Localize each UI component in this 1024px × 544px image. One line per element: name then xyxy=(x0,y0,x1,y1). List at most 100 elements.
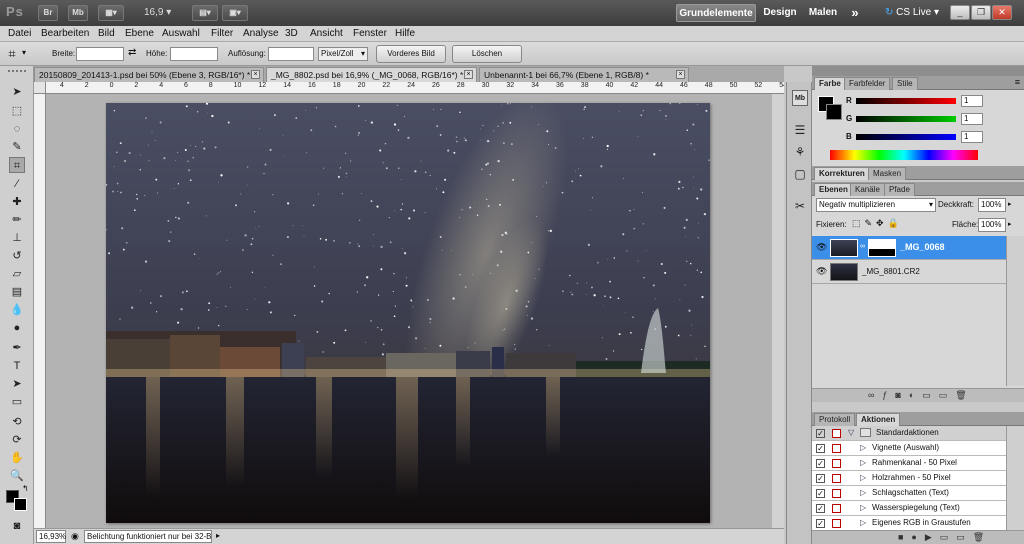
menu-bild[interactable]: Bild xyxy=(98,27,115,41)
opacity-slider-arrow-icon[interactable]: ▸ xyxy=(1008,200,1012,208)
menu-bearbeiten[interactable]: Bearbeiten xyxy=(41,27,89,41)
red-value[interactable]: 1 xyxy=(961,95,983,107)
background-color-box[interactable] xyxy=(826,104,842,120)
menu-ebene[interactable]: Ebene xyxy=(125,27,154,41)
layer-row[interactable]: 👁 _MG_8801.CR2 xyxy=(812,260,1006,284)
workspace-grundelemente[interactable]: Grundelemente xyxy=(676,4,756,22)
zoom-field[interactable]: 16,93% xyxy=(36,530,66,543)
menu-datei[interactable]: Datei xyxy=(8,27,31,41)
workspace-malen[interactable]: Malen xyxy=(806,4,840,22)
close-button[interactable]: ✕ xyxy=(992,5,1012,20)
bridge-button[interactable]: Br xyxy=(38,5,58,21)
background-color-swatch[interactable] xyxy=(14,498,27,511)
path-selection-tool-icon[interactable]: ➤ xyxy=(9,376,25,392)
red-slider[interactable] xyxy=(856,98,956,104)
checkbox-icon[interactable]: ✓ xyxy=(816,504,825,513)
action-row[interactable]: ✓ ▷ Eigenes RGB in Graustufen xyxy=(812,516,1006,531)
action-set-row[interactable]: ✓ ▽ Standardaktionen xyxy=(812,426,1006,441)
dialog-toggle-icon[interactable] xyxy=(832,474,841,483)
blue-value[interactable]: 1 xyxy=(961,131,983,143)
chain-link-icon[interactable]: ∞ xyxy=(860,243,865,250)
canvas-area[interactable] xyxy=(46,94,784,528)
eraser-tool-icon[interactable]: ▱ xyxy=(9,266,25,282)
character-icon[interactable]: ☰ xyxy=(792,122,808,138)
action-row[interactable]: ✓ ▷ Rahmenkanal - 50 Pixel xyxy=(812,456,1006,471)
document-image[interactable] xyxy=(106,103,710,523)
width-input[interactable] xyxy=(76,47,124,61)
quick-mask-icon[interactable]: ◙ xyxy=(9,518,25,534)
blend-mode-select[interactable]: Negativ multiplizieren ▾ xyxy=(816,198,936,212)
menu-3d[interactable]: 3D xyxy=(285,27,298,41)
3d-rotate-tool-icon[interactable]: ⟲ xyxy=(9,414,25,430)
menu-auswahl[interactable]: Auswahl xyxy=(162,27,200,41)
swap-colors-icon[interactable]: ↰ xyxy=(22,484,29,493)
marquee-tool-icon[interactable]: ⬚ xyxy=(9,103,25,119)
healing-brush-tool-icon[interactable]: ✚ xyxy=(9,194,25,210)
tab-korrekturen[interactable]: Korrekturen xyxy=(814,167,870,180)
layer-row-selected[interactable]: 👁 ∞ _MG_0068 xyxy=(812,236,1006,260)
checkbox-icon[interactable]: ✓ xyxy=(816,489,825,498)
cs-live-button[interactable]: ↻ CS Live ▾ xyxy=(884,4,940,22)
visibility-eye-icon[interactable]: 👁 xyxy=(816,266,827,277)
tab-document-2[interactable]: _MG_8802.psd bei 16,9% (_MG_0068, RGB/16… xyxy=(266,67,477,82)
mini-bridge-button[interactable]: Mb xyxy=(68,5,88,21)
color-spectrum-bar[interactable] xyxy=(830,150,978,160)
layer-mask-thumbnail[interactable] xyxy=(868,239,896,257)
tab-aktionen[interactable]: Aktionen xyxy=(856,413,901,426)
brush-tool-icon[interactable]: ✏ xyxy=(9,212,25,228)
tab-document-1[interactable]: 20150809_201413-1.psd bei 50% (Ebene 3, … xyxy=(34,67,264,82)
move-tool-icon[interactable]: ➤ xyxy=(9,84,25,100)
resolution-unit-select[interactable]: Pixel/Zoll ▾ xyxy=(318,47,368,61)
checkbox-icon[interactable]: ✓ xyxy=(816,519,825,528)
tab-close-icon[interactable]: × xyxy=(464,70,473,79)
menu-filter[interactable]: Filter xyxy=(211,27,233,41)
more-workspaces-button[interactable]: » xyxy=(846,4,864,22)
mini-bridge-icon[interactable]: Mb xyxy=(792,90,808,106)
dialog-toggle-icon[interactable] xyxy=(832,489,841,498)
gradient-tool-icon[interactable]: ▤ xyxy=(9,284,25,300)
crop-tool-preset-icon[interactable]: ⌗ xyxy=(4,46,20,62)
height-input[interactable] xyxy=(170,47,218,61)
expand-triangle-icon[interactable]: ▷ xyxy=(860,471,866,485)
visibility-eye-icon[interactable]: 👁 xyxy=(816,242,827,253)
dialog-toggle-icon[interactable] xyxy=(832,459,841,468)
front-image-button[interactable]: Vorderes Bild xyxy=(376,45,446,63)
zoom-tool-icon[interactable]: 🔍 xyxy=(9,468,25,484)
status-menu-arrow-icon[interactable]: ▸ xyxy=(216,531,220,540)
blue-slider[interactable] xyxy=(856,134,956,140)
lock-icons[interactable]: ⬚✎✥🔒 xyxy=(852,218,903,229)
action-footer-icons[interactable]: ■●▶▭▭🗑 xyxy=(898,532,992,543)
green-slider[interactable] xyxy=(856,116,956,122)
green-value[interactable]: 1 xyxy=(961,113,983,125)
tab-stile[interactable]: Stile xyxy=(892,77,918,90)
expand-triangle-icon[interactable]: ▽ xyxy=(848,426,854,440)
fill-slider-arrow-icon[interactable]: ▸ xyxy=(1008,220,1012,228)
workspace-design[interactable]: Design xyxy=(760,4,800,22)
menu-analyse[interactable]: Analyse xyxy=(243,27,279,41)
tab-close-icon[interactable]: × xyxy=(676,70,685,79)
dialog-toggle-icon[interactable] xyxy=(832,444,841,453)
resolution-input[interactable] xyxy=(268,47,314,61)
menu-hilfe[interactable]: Hilfe xyxy=(395,27,415,41)
dialog-toggle-icon[interactable] xyxy=(832,429,841,438)
screen-mode-button[interactable]: ▣▾ xyxy=(222,5,248,21)
checkbox-icon[interactable]: ✓ xyxy=(816,429,825,438)
expand-triangle-icon[interactable]: ▷ xyxy=(860,501,866,515)
menu-ansicht[interactable]: Ansicht xyxy=(310,27,343,41)
tab-protokoll[interactable]: Protokoll xyxy=(814,413,856,426)
dialog-toggle-icon[interactable] xyxy=(832,519,841,528)
tab-farbe[interactable]: Farbe xyxy=(814,77,846,90)
tool-presets-icon[interactable]: ✂ xyxy=(792,198,808,214)
expand-triangle-icon[interactable]: ▷ xyxy=(860,486,866,500)
crop-tool-icon[interactable]: ⌗ xyxy=(9,157,25,173)
tab-kanaele[interactable]: Kanäle xyxy=(850,183,885,196)
panel-collapse-bar[interactable] xyxy=(812,66,1024,76)
3d-orbit-tool-icon[interactable]: ⟳ xyxy=(9,432,25,448)
opacity-input[interactable]: 100% xyxy=(978,198,1006,212)
dialog-toggle-icon[interactable] xyxy=(832,504,841,513)
expand-triangle-icon[interactable]: ▷ xyxy=(860,441,866,455)
menu-fenster[interactable]: Fenster xyxy=(353,27,387,41)
layer-footer-icons[interactable]: ∞ƒ◙◐▭▭🗑 xyxy=(868,390,975,401)
zoom-level-dropdown[interactable]: 16,9 ▾ xyxy=(144,5,184,21)
ruler-origin[interactable] xyxy=(34,82,46,94)
